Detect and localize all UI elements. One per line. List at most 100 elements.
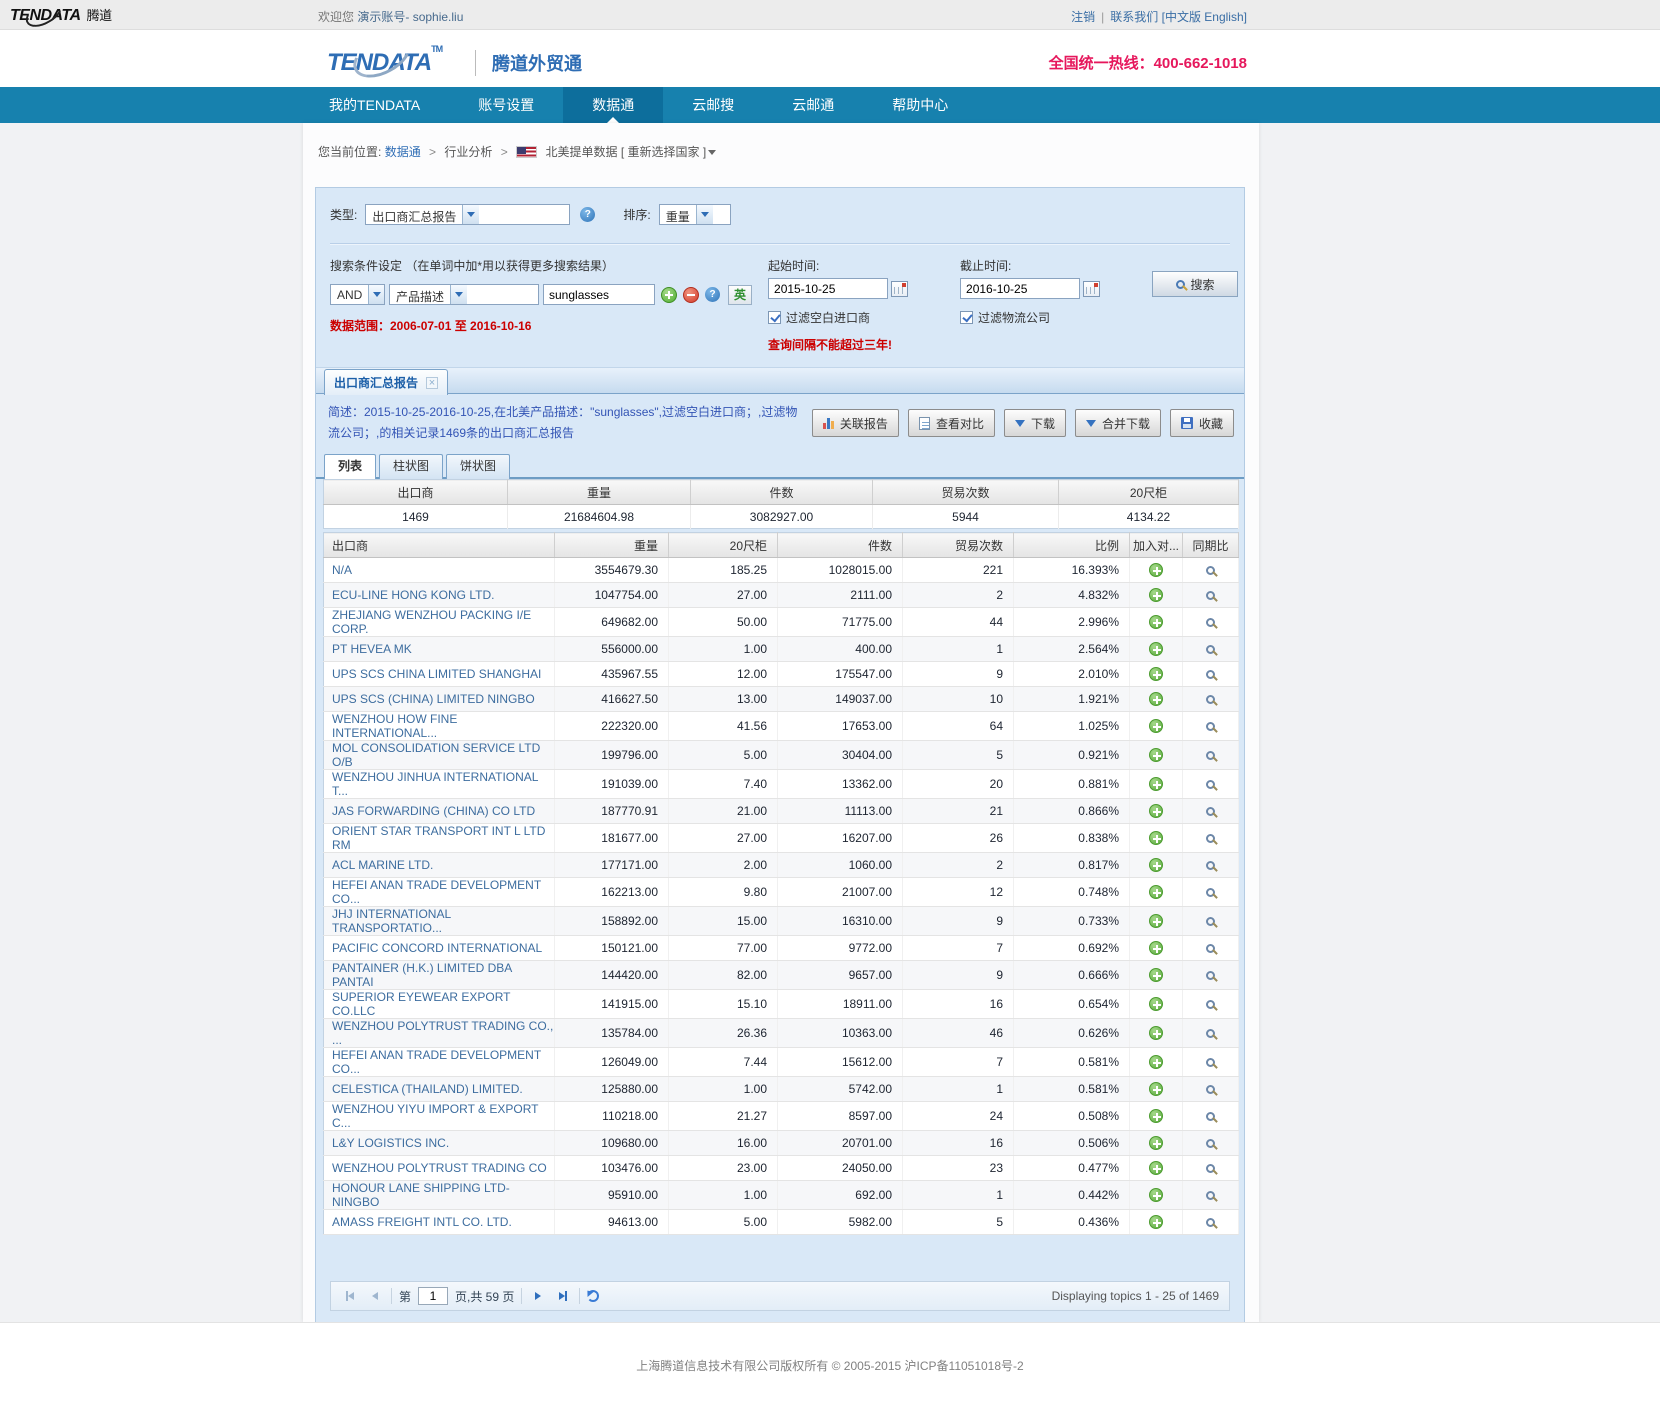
add-compare-icon[interactable] [1149,968,1163,982]
exporter-name-link[interactable]: L&Y LOGISTICS INC. [324,1131,555,1156]
help-icon[interactable]: ? [580,207,595,222]
search-detail-icon[interactable] [1206,1085,1215,1094]
add-compare-icon[interactable] [1149,1161,1163,1175]
last-page-button[interactable] [554,1287,572,1305]
close-icon[interactable]: × [426,377,438,389]
search-detail-icon[interactable] [1206,1191,1215,1200]
add-compare-icon[interactable] [1149,941,1163,955]
english-toggle-button[interactable]: 英 [728,285,752,305]
favorite-button[interactable]: 收藏 [1170,409,1234,437]
add-compare-icon[interactable] [1149,1188,1163,1202]
search-detail-icon[interactable] [1206,722,1215,731]
calendar-icon[interactable] [891,281,908,297]
add-compare-icon[interactable] [1149,858,1163,872]
add-compare-icon[interactable] [1149,692,1163,706]
nav-item-cloud-mail[interactable]: 云邮通 [763,87,863,123]
keyword-input[interactable] [543,284,655,305]
start-date-input[interactable] [768,278,888,299]
exporter-name-link[interactable]: UPS SCS (CHINA) LIMITED NINGBO [324,687,555,712]
search-detail-icon[interactable] [1206,566,1215,575]
exporter-name-link[interactable]: HONOUR LANE SHIPPING LTD-NINGBO [324,1181,555,1210]
add-compare-icon[interactable] [1149,1082,1163,1096]
tab-pie-chart-view[interactable]: 饼状图 [446,454,510,479]
add-compare-icon[interactable] [1149,719,1163,733]
search-detail-icon[interactable] [1206,1058,1215,1067]
view-compare-button[interactable]: 查看对比 [908,409,995,437]
tab-bar-chart-view[interactable]: 柱状图 [379,454,443,479]
search-detail-icon[interactable] [1206,834,1215,843]
download-button[interactable]: 下载 [1004,409,1066,437]
add-compare-icon[interactable] [1149,831,1163,845]
add-compare-icon[interactable] [1149,914,1163,928]
exporter-name-link[interactable]: WENZHOU POLYTRUST TRADING CO [324,1156,555,1181]
filter-logistics-checkbox[interactable] [960,311,973,324]
search-detail-icon[interactable] [1206,917,1215,926]
search-detail-icon[interactable] [1206,780,1215,789]
nav-item-cloud-mail-search[interactable]: 云邮搜 [663,87,763,123]
search-detail-icon[interactable] [1206,861,1215,870]
add-compare-icon[interactable] [1149,1215,1163,1229]
exporter-name-link[interactable]: WENZHOU YIYU IMPORT & EXPORT C... [324,1102,555,1131]
search-detail-icon[interactable] [1206,1029,1215,1038]
add-condition-icon[interactable] [661,287,677,303]
add-compare-icon[interactable] [1149,1055,1163,1069]
search-detail-icon[interactable] [1206,944,1215,953]
search-detail-icon[interactable] [1206,1164,1215,1173]
exporter-name-link[interactable]: HEFEI ANAN TRADE DEVELOPMENT CO... [324,1048,555,1077]
language-link[interactable]: [中文版 English] [1162,10,1247,24]
search-detail-icon[interactable] [1206,645,1215,654]
search-button[interactable]: 搜索 [1152,271,1238,297]
add-compare-icon[interactable] [1149,642,1163,656]
search-detail-icon[interactable] [1206,888,1215,897]
exporter-name-link[interactable]: PANTAINER (H.K.) LIMITED DBA PANTAI [324,961,555,990]
add-compare-icon[interactable] [1149,997,1163,1011]
search-detail-icon[interactable] [1206,1218,1215,1227]
add-compare-icon[interactable] [1149,1109,1163,1123]
exporter-name-link[interactable]: ORIENT STAR TRANSPORT INT L LTD RM [324,824,555,853]
search-detail-icon[interactable] [1206,751,1215,760]
nav-item-account-settings[interactable]: 账号设置 [449,87,563,123]
search-detail-icon[interactable] [1206,1139,1215,1148]
exporter-name-link[interactable]: WENZHOU JINHUA INTERNATIONAL T... [324,770,555,799]
next-page-button[interactable] [529,1287,547,1305]
exporter-name-link[interactable]: PT HEVEA MK [324,637,555,662]
search-detail-icon[interactable] [1206,695,1215,704]
nav-item-data-service[interactable]: 数据通 [563,87,663,123]
search-detail-icon[interactable] [1206,670,1215,679]
exporter-name-link[interactable]: SUPERIOR EYEWEAR EXPORT CO.LLC [324,990,555,1019]
exporter-name-link[interactable]: WENZHOU POLYTRUST TRADING CO., ... [324,1019,555,1048]
first-page-button[interactable] [341,1287,359,1305]
add-compare-icon[interactable] [1149,1026,1163,1040]
boolean-operator-select[interactable]: AND [330,284,385,305]
contact-link[interactable]: 联系我们 [1110,10,1158,24]
add-compare-icon[interactable] [1149,804,1163,818]
exporter-name-link[interactable]: JHJ INTERNATIONAL TRANSPORTATIO... [324,907,555,936]
add-compare-icon[interactable] [1149,885,1163,899]
merge-download-button[interactable]: 合并下载 [1075,409,1161,437]
search-detail-icon[interactable] [1206,591,1215,600]
logout-link[interactable]: 注销 [1071,10,1095,24]
exporter-name-link[interactable]: ECU-LINE HONG KONG LTD. [324,583,555,608]
calendar-icon[interactable] [1083,281,1100,297]
remove-condition-icon[interactable] [683,287,699,303]
add-compare-icon[interactable] [1149,563,1163,577]
previous-page-button[interactable] [366,1287,384,1305]
search-detail-icon[interactable] [1206,618,1215,627]
exporter-name-link[interactable]: CELESTICA (THAILAND) LIMITED. [324,1077,555,1102]
exporter-name-link[interactable]: UPS SCS CHINA LIMITED SHANGHAI [324,662,555,687]
add-compare-icon[interactable] [1149,777,1163,791]
exporter-name-link[interactable]: AMASS FREIGHT INTL CO. LTD. [324,1210,555,1235]
exporter-name-link[interactable]: ACL MARINE LTD. [324,853,555,878]
breadcrumb-link-data-service[interactable]: 数据通 [385,145,421,159]
exporter-name-link[interactable]: N/A [324,558,555,583]
filter-blank-importer-checkbox[interactable] [768,311,781,324]
exporter-name-link[interactable]: PACIFIC CONCORD INTERNATIONAL [324,936,555,961]
report-type-select[interactable]: 出口商汇总报告 [365,204,570,225]
exporter-name-link[interactable]: WENZHOU HOW FINE INTERNATIONAL... [324,712,555,741]
add-compare-icon[interactable] [1149,667,1163,681]
page-number-input[interactable] [418,1287,448,1305]
add-compare-icon[interactable] [1149,1136,1163,1150]
search-detail-icon[interactable] [1206,1000,1215,1009]
reselect-country-button[interactable]: [ 重新选择国家 ] [621,145,718,159]
exporter-name-link[interactable]: MOL CONSOLIDATION SERVICE LTD O/B [324,741,555,770]
